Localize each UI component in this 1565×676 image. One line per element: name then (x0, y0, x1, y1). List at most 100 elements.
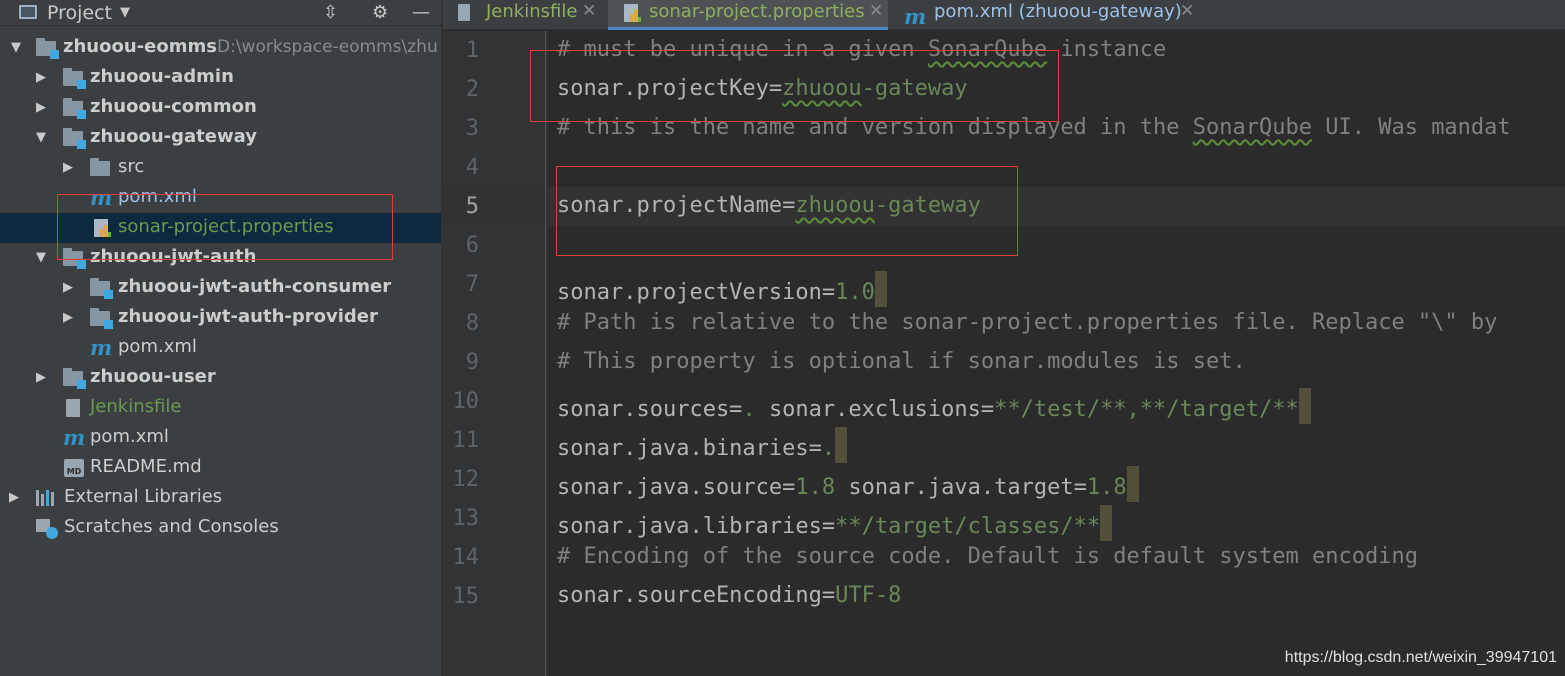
code-line[interactable]: # must be unique in a given SonarQube in… (557, 37, 1166, 62)
tree-item-label: pom.xml (118, 336, 197, 357)
code-line[interactable]: sonar.java.source=1.8 sonar.java.target=… (557, 466, 1139, 502)
chevron-right-icon[interactable]: ▶ (61, 310, 75, 325)
editor-tabs: Jenkinsfile ✕ sonar-project.properties ✕… (443, 0, 1565, 30)
folder-icon (90, 158, 112, 178)
code-line[interactable]: sonar.sources=. sonar.exclusions=**/test… (557, 388, 1311, 424)
tree-item-jwt-auth-provider[interactable]: ▶ zhuoou-jwt-auth-provider (0, 303, 441, 333)
code-line[interactable]: sonar.java.binaries=. (557, 427, 848, 463)
module-folder-icon (63, 368, 86, 389)
chevron-right-icon[interactable]: ▶ (34, 70, 48, 85)
line-number: 11 (452, 428, 480, 453)
module-folder-icon (63, 98, 86, 119)
tree-item-zhuoou-common[interactable]: ▶ zhuoou-common (0, 93, 441, 123)
line-number: 8 (465, 311, 479, 336)
library-icon (36, 488, 58, 508)
collapse-all-icon[interactable]: ⇳ (323, 2, 338, 23)
close-icon[interactable]: ✕ (1180, 1, 1194, 21)
line-number: 6 (465, 233, 479, 258)
tree-item-label: zhuoou-admin (90, 66, 234, 87)
scratches-icon (36, 518, 58, 539)
chevron-right-icon[interactable]: ▶ (34, 370, 48, 385)
tree-item-jwt-auth-pom[interactable]: m pom.xml (0, 333, 441, 363)
code-line[interactable]: # Encoding of the source code. Default i… (557, 544, 1418, 569)
tree-item-label: sonar-project.properties (118, 216, 334, 237)
tree-item-external-libraries[interactable]: ▶ External Libraries (0, 483, 441, 513)
tab-jenkinsfile[interactable]: Jenkinsfile ✕ (443, 0, 608, 30)
code-line[interactable]: # This property is optional if sonar.mod… (557, 349, 1246, 374)
tree-item-label: zhuoou-common (90, 96, 257, 117)
module-folder-icon (90, 308, 113, 329)
tree-item-label: External Libraries (64, 486, 223, 507)
chevron-down-icon[interactable]: ▼ (120, 5, 130, 20)
maven-file-icon: m (63, 425, 86, 450)
tree-item-zhuoou-gateway[interactable]: ▼ zhuoou-gateway (0, 123, 441, 153)
tree-item-sonar-project-properties[interactable]: sonar-project.properties (0, 213, 441, 243)
chevron-down-icon[interactable]: ▼ (34, 250, 48, 265)
code-line[interactable]: # this is the name and version displayed… (557, 115, 1511, 140)
chevron-right-icon[interactable]: ▶ (61, 280, 75, 295)
line-number: 9 (465, 350, 479, 375)
maven-file-icon: m (904, 4, 927, 29)
tree-item-label: zhuoou-jwt-auth-consumer (118, 276, 392, 297)
code-line[interactable]: sonar.projectKey=zhuoou-gateway (557, 76, 968, 101)
tree-item-readme[interactable]: MD README.md (0, 453, 441, 483)
line-number: 13 (452, 506, 480, 531)
project-icon (19, 5, 37, 19)
line-number: 7 (465, 272, 479, 297)
maven-file-icon: m (90, 185, 113, 210)
tree-item-zhuoou-admin[interactable]: ▶ zhuoou-admin (0, 63, 441, 93)
tree-item-label: pom.xml (118, 186, 197, 207)
module-folder-icon (90, 278, 113, 299)
tree-item-label: zhuoou-jwt-auth (90, 246, 257, 267)
code-line[interactable]: # Path is relative to the sonar-project.… (557, 310, 1497, 335)
markdown-file-icon: MD (63, 458, 85, 478)
tree-item-zhuoou-eomms[interactable]: ▼ zhuoou-eomms D:\workspace-eomms\zhu (0, 33, 441, 63)
line-number: 5 (465, 194, 479, 219)
code-line[interactable]: sonar.projectName=zhuoou-gateway (557, 193, 981, 218)
chevron-down-icon[interactable]: ▼ (34, 130, 48, 145)
tab-label: sonar-project.properties (649, 1, 865, 22)
tree-item-zhuoou-user[interactable]: ▶ zhuoou-user (0, 363, 441, 393)
tree-item-path: D:\workspace-eomms\zhu (217, 37, 438, 57)
line-number: 2 (465, 77, 479, 102)
project-tool-window: Project ▼ ⇳ ⚙ — ▼ zhuoou-eomms D:\worksp… (0, 0, 441, 676)
tree-item-label: Jenkinsfile (90, 396, 182, 417)
gear-icon[interactable]: ⚙ (372, 2, 388, 23)
chevron-right-icon[interactable]: ▶ (7, 490, 21, 505)
chevron-right-icon[interactable]: ▶ (34, 100, 48, 115)
tab-label: Jenkinsfile (486, 1, 578, 22)
line-number: 1 (465, 38, 479, 63)
gutter-divider (545, 31, 546, 676)
tree-item-jenkinsfile[interactable]: Jenkinsfile (0, 393, 441, 423)
tree-item-label: Scratches and Consoles (64, 516, 279, 537)
line-number: 10 (452, 389, 480, 414)
chevron-right-icon[interactable]: ▶ (61, 160, 75, 175)
line-number: 15 (452, 584, 480, 609)
tab-pom-xml-gateway[interactable]: m pom.xml (zhuoou-gateway) ✕ (888, 0, 1198, 30)
chevron-down-icon[interactable]: ▼ (9, 40, 23, 55)
tree-item-src[interactable]: ▶ src (0, 153, 441, 183)
module-folder-icon (63, 248, 86, 269)
close-icon[interactable]: ✕ (582, 1, 596, 21)
code-line[interactable]: sonar.sourceEncoding=UTF-8 (557, 583, 901, 608)
line-number: 4 (465, 155, 479, 180)
module-folder-icon (36, 38, 59, 59)
minimize-icon[interactable]: — (412, 2, 430, 23)
tree-item-label: pom.xml (90, 426, 169, 447)
line-number: 14 (452, 545, 480, 570)
tree-item-label: zhuoou-jwt-auth-provider (118, 306, 378, 327)
module-folder-icon (63, 128, 86, 149)
project-panel-title[interactable]: Project (47, 2, 112, 24)
tree-item-gateway-pom[interactable]: m pom.xml (0, 183, 441, 213)
line-number: 12 (452, 467, 480, 492)
tree-item-zhuoou-jwt-auth[interactable]: ▼ zhuoou-jwt-auth (0, 243, 441, 273)
tab-sonar-project-properties[interactable]: sonar-project.properties ✕ (608, 0, 888, 30)
line-number: 3 (465, 116, 479, 141)
tree-item-root-pom[interactable]: m pom.xml (0, 423, 441, 453)
tree-item-scratches[interactable]: Scratches and Consoles (0, 513, 441, 543)
code-line[interactable]: sonar.java.libraries=**/target/classes/*… (557, 505, 1113, 541)
tree-item-label: src (118, 156, 145, 177)
tree-item-jwt-auth-consumer[interactable]: ▶ zhuoou-jwt-auth-consumer (0, 273, 441, 303)
code-line[interactable]: sonar.projectVersion=1.0 (557, 271, 887, 307)
close-icon[interactable]: ✕ (869, 1, 883, 21)
